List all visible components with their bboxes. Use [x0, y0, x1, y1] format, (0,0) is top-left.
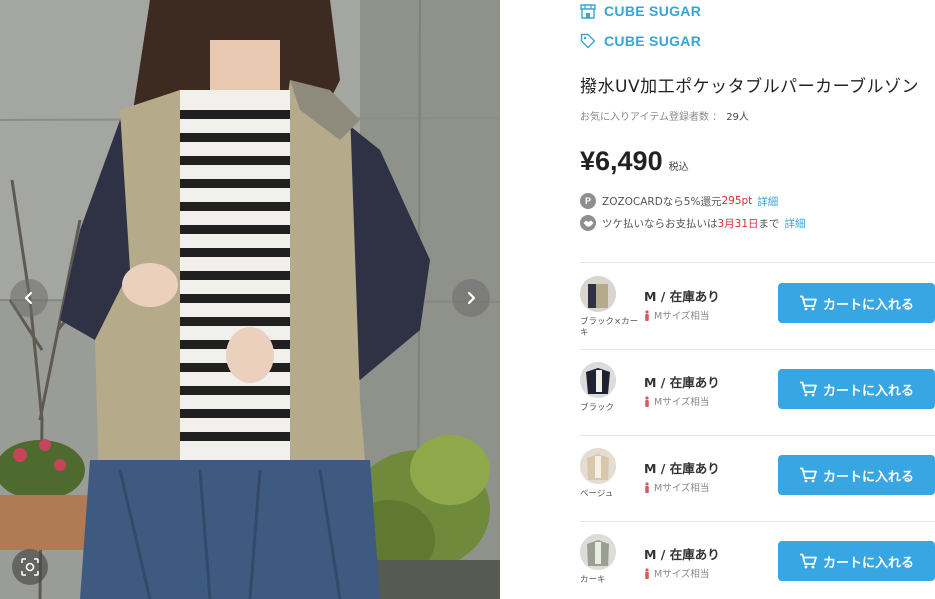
size-note-text: Mサイズ相当: [654, 397, 710, 408]
points-text: ZOZOCARDなら5%還元: [602, 195, 722, 208]
cart-icon: [799, 295, 817, 311]
add-to-cart-button[interactable]: カートに入れる: [778, 369, 935, 409]
person-size-icon: [645, 481, 649, 493]
chevron-left-icon: [24, 291, 33, 305]
product-photo: [0, 0, 500, 599]
color-thumbnail[interactable]: [580, 534, 616, 570]
chevron-right-icon: [467, 291, 476, 305]
size-stock: M / 在庫あり: [644, 547, 720, 562]
size-stock: M / 在庫あり: [644, 289, 720, 304]
color-name: カーキ: [580, 575, 606, 585]
person-size-icon: [645, 567, 649, 579]
handshake-icon: [580, 215, 596, 231]
size-note: Mサイズ相当: [644, 308, 709, 322]
sku-row: ブラック×カーキ M / 在庫あり Mサイズ相当 カートに入れる: [580, 263, 935, 349]
cart-button-label: カートに入れる: [822, 555, 914, 571]
size-note: Mサイズ相当: [644, 566, 709, 580]
deferred-detail-link[interactable]: 詳細: [785, 216, 806, 231]
deferred-text: ツケ払いならお支払いは: [602, 217, 718, 230]
favorites-count: お気に入りアイテム登録者数 ： 29人: [580, 108, 749, 123]
tax-label: 税込: [668, 162, 689, 173]
cart-button-label: カートに入れる: [822, 469, 914, 485]
color-name: ブラック: [580, 403, 615, 413]
tag-icon: [580, 33, 596, 49]
color-thumbnail[interactable]: [580, 362, 616, 398]
prev-image-button[interactable]: [10, 279, 48, 317]
points-icon: P: [580, 193, 596, 209]
deferred-text-after: まで: [758, 217, 780, 230]
size-note: Mサイズ相当: [644, 480, 709, 494]
cart-icon: [799, 467, 817, 483]
sku-row: ベージュ M / 在庫あり Mサイズ相当 カートに入れる: [580, 435, 935, 521]
color-name: ブラック×カーキ: [580, 317, 639, 338]
brand-link[interactable]: CUBE SUGAR: [580, 31, 701, 51]
color-thumbnail[interactable]: [580, 276, 616, 312]
size-stock: M / 在庫あり: [644, 461, 720, 476]
favorites-label: お気に入りアイテム登録者数 ：: [580, 112, 723, 123]
next-image-button[interactable]: [452, 279, 490, 317]
person-size-icon: [645, 309, 649, 321]
size-note-text: Mサイズ相当: [654, 483, 710, 494]
add-to-cart-button[interactable]: カートに入れる: [778, 283, 935, 323]
shop-name[interactable]: CUBE SUGAR: [604, 3, 701, 19]
visual-search-icon: [21, 558, 39, 576]
person-size-icon: [645, 395, 649, 407]
shop-link[interactable]: CUBE SUGAR: [580, 1, 701, 21]
points-info: P ZOZOCARDなら5%還元 295pt 詳細: [580, 192, 778, 210]
price-amount: ¥6,490: [580, 146, 663, 176]
points-value: 295pt: [721, 195, 753, 207]
color-thumbnail[interactable]: [580, 448, 616, 484]
brand-name[interactable]: CUBE SUGAR: [604, 33, 701, 49]
price: ¥6,490 税込: [580, 146, 689, 177]
cart-icon: [799, 381, 817, 397]
add-to-cart-button[interactable]: カートに入れる: [778, 455, 935, 495]
deferred-date: 3月31日: [717, 217, 759, 230]
favorites-value: 29人: [726, 112, 749, 123]
size-note: Mサイズ相当: [644, 394, 709, 408]
cart-button-label: カートに入れる: [822, 297, 914, 313]
cart-button-label: カートに入れる: [822, 383, 914, 399]
sku-row: カーキ M / 在庫あり Mサイズ相当 カートに入れる: [580, 521, 935, 599]
size-stock: M / 在庫あり: [644, 375, 720, 390]
add-to-cart-button[interactable]: カートに入れる: [778, 541, 935, 581]
product-info-panel: CUBE SUGAR CUBE SUGAR 撥水UV加工ポケッタブルパーカーブル…: [580, 0, 935, 599]
size-note-text: Mサイズ相当: [654, 569, 710, 580]
color-name: ベージュ: [580, 489, 614, 499]
size-note-text: Mサイズ相当: [654, 311, 710, 322]
points-detail-link[interactable]: 詳細: [757, 194, 778, 209]
cart-icon: [799, 553, 817, 569]
sku-row: ブラック M / 在庫あり Mサイズ相当 カートに入れる: [580, 349, 935, 435]
model-jacket-image: [0, 0, 500, 599]
visual-search-button[interactable]: [12, 549, 48, 585]
product-title: 撥水UV加工ポケッタブルパーカーブルゾン: [580, 77, 920, 97]
store-icon: [580, 3, 596, 19]
deferred-payment-info: ツケ払いならお支払いは 3月31日 まで 詳細: [580, 214, 806, 232]
